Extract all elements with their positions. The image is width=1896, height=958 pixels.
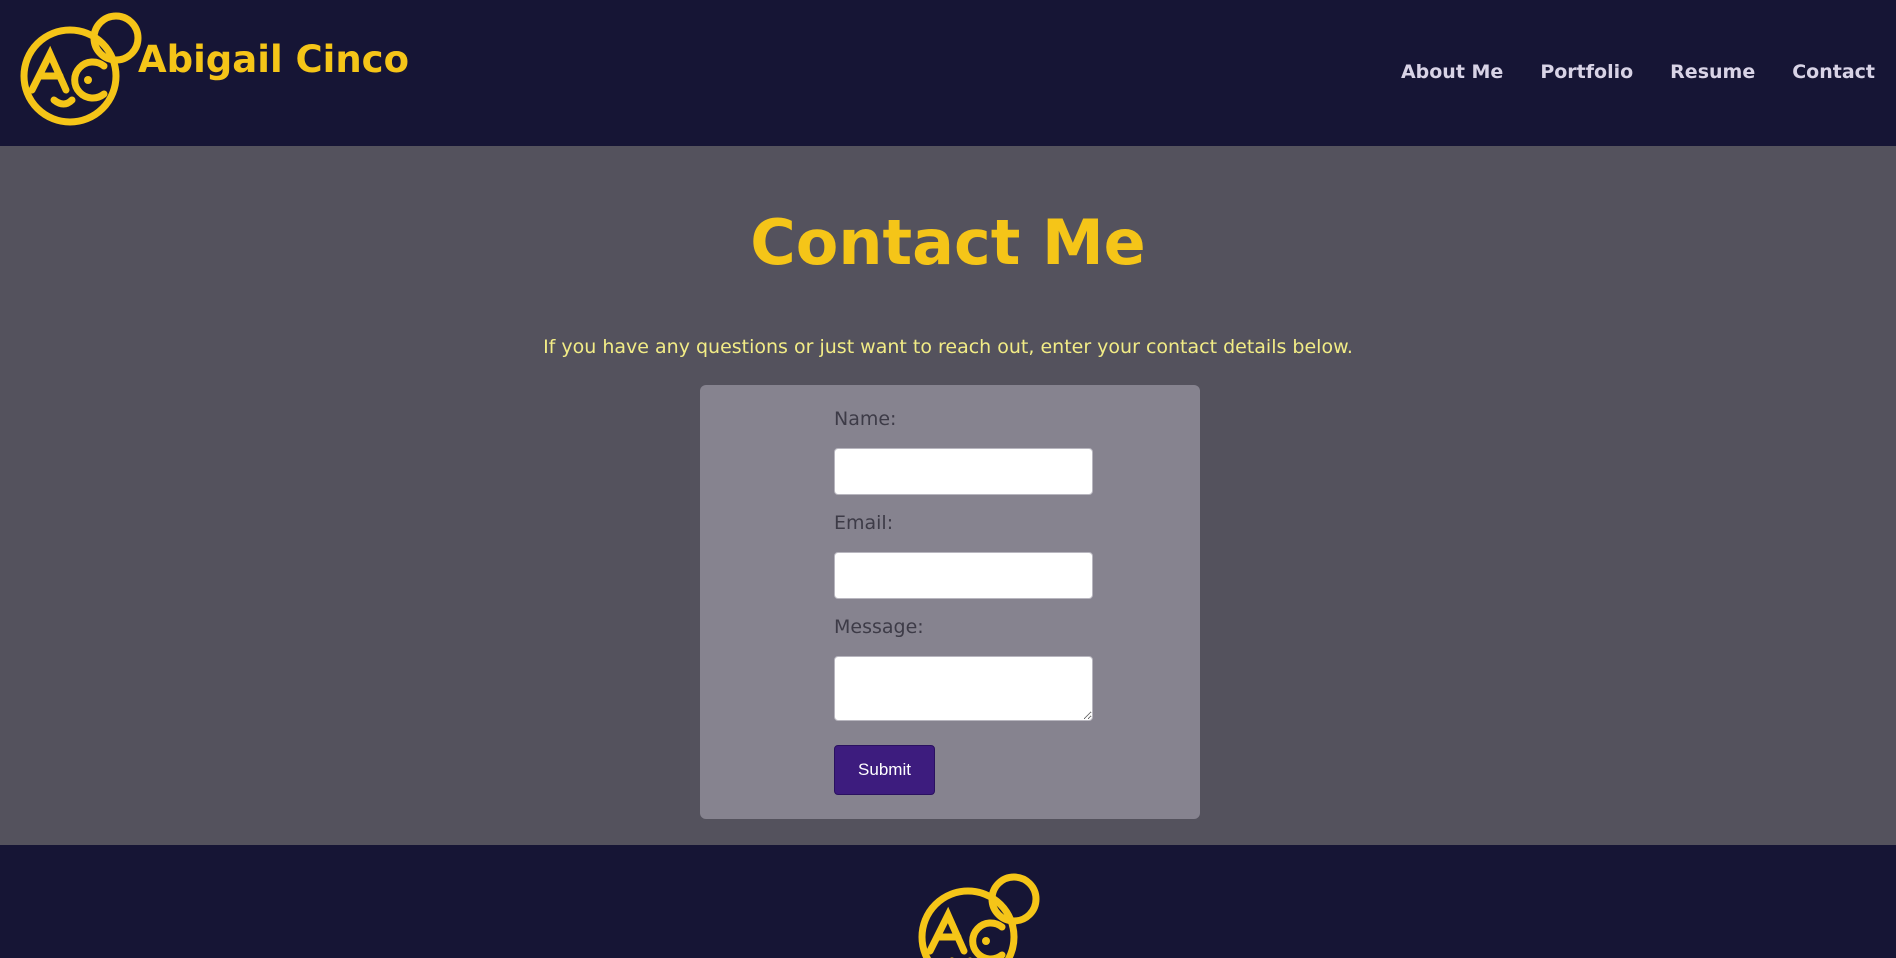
main-nav: About Me Portfolio Resume Contact xyxy=(1364,61,1875,83)
name-input[interactable] xyxy=(834,448,1093,495)
intro-text: If you have any questions or just want t… xyxy=(543,336,1353,358)
message-label: Message: xyxy=(834,616,924,638)
site-header: Abigail Cinco About Me Portfolio Resume … xyxy=(0,0,1896,146)
nav-portfolio[interactable]: Portfolio xyxy=(1540,61,1633,83)
email-label: Email: xyxy=(834,512,894,534)
site-footer xyxy=(0,845,1896,958)
ac-monogram-logo-icon xyxy=(20,12,142,126)
name-label: Name: xyxy=(834,408,897,430)
main-content: Contact Me If you have any questions or … xyxy=(0,146,1896,845)
email-input[interactable] xyxy=(834,552,1093,599)
brand-name: Abigail Cinco xyxy=(138,38,410,81)
nav-resume[interactable]: Resume xyxy=(1670,61,1755,83)
nav-about-me[interactable]: About Me xyxy=(1401,61,1503,83)
page-title: Contact Me xyxy=(750,206,1146,279)
ac-monogram-logo-icon xyxy=(918,873,1040,958)
brand-home-link[interactable]: Abigail Cinco xyxy=(12,8,409,126)
message-textarea[interactable] xyxy=(834,656,1093,721)
submit-button[interactable]: Submit xyxy=(834,745,935,795)
nav-contact[interactable]: Contact xyxy=(1792,61,1875,83)
contact-form: Name: Email: Message: Submit xyxy=(700,385,1200,819)
